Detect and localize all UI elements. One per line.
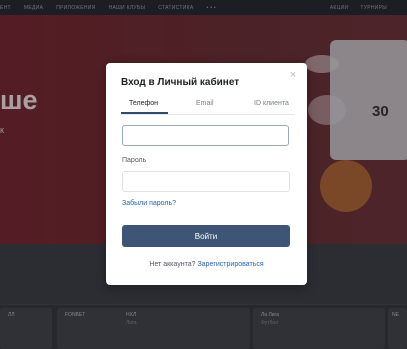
login-modal: Вход в Личный кабинет × Телефон Email ID… <box>106 63 307 285</box>
tab-email[interactable]: Email <box>196 100 214 107</box>
forgot-password-link[interactable]: Забыли пароль? <box>122 200 176 207</box>
tab-phone[interactable]: Телефон <box>129 100 158 107</box>
tabs-divider <box>121 114 295 115</box>
password-input[interactable] <box>122 171 290 192</box>
close-icon[interactable]: × <box>287 69 299 81</box>
tab-client-id[interactable]: ID клиента <box>254 100 289 107</box>
register-link[interactable]: Зарегистрироваться <box>197 261 263 268</box>
modal-title: Вход в Личный кабинет <box>121 77 240 88</box>
password-label: Пароль <box>122 157 147 164</box>
active-tab-indicator <box>121 112 168 114</box>
login-button[interactable]: Войти <box>122 225 290 247</box>
register-prompt: Нет аккаунта? Зарегистрироваться <box>106 261 307 268</box>
no-account-text: Нет аккаунта? <box>149 261 196 268</box>
phone-input[interactable] <box>122 125 289 146</box>
